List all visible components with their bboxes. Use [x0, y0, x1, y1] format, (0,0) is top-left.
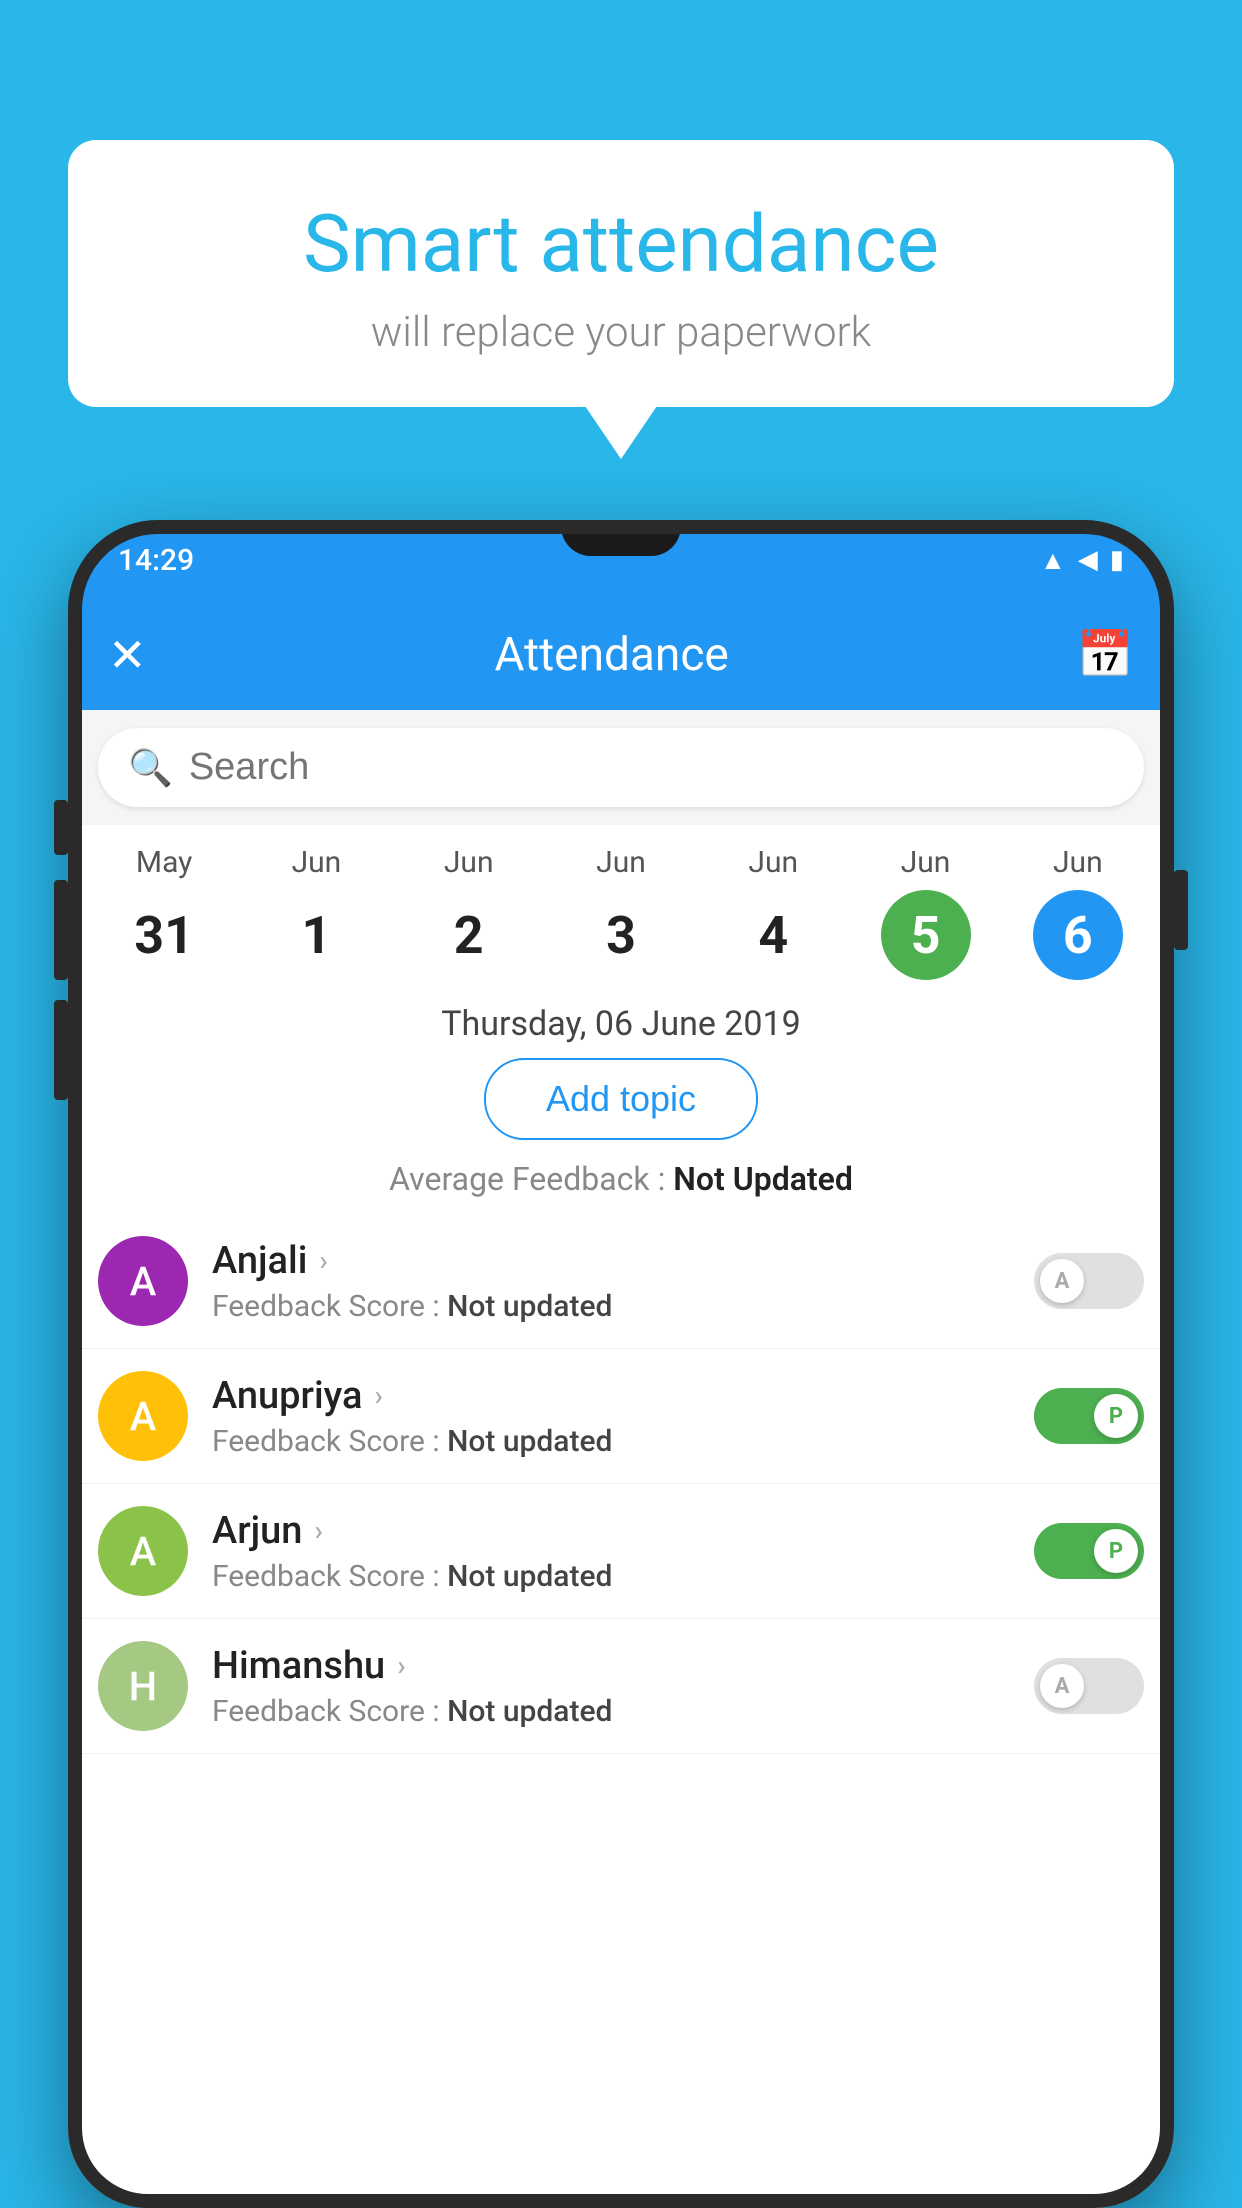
date-month: Jun: [1053, 845, 1103, 880]
speech-bubble-title: Smart attendance: [118, 200, 1124, 288]
date-day[interactable]: 4: [728, 890, 818, 980]
avatar: A: [98, 1236, 188, 1326]
attendance-toggle[interactable]: P: [1034, 1523, 1144, 1579]
phone-device: 14:29 ▲ ◀ ▮ ✕ Attendance 📅 🔍 May31Jun1Ju…: [68, 520, 1174, 2208]
close-button[interactable]: ✕: [108, 628, 147, 683]
toggle-knob: A: [1040, 1664, 1084, 1708]
avg-feedback-label: Average Feedback :: [389, 1160, 665, 1198]
student-item[interactable]: A Arjun › Feedback Score : Not updated P: [68, 1484, 1174, 1619]
phone-power-button: [1174, 870, 1188, 950]
student-list: AAnjali ›Feedback Score : Not updatedAAA…: [68, 1214, 1174, 1754]
attendance-toggle[interactable]: A: [1034, 1253, 1144, 1309]
calendar-icon[interactable]: 📅: [1077, 628, 1134, 682]
student-name: Arjun ›: [212, 1509, 1010, 1553]
search-container: 🔍: [68, 710, 1174, 825]
attendance-toggle[interactable]: P: [1034, 1388, 1144, 1444]
status-bar: 14:29 ▲ ◀ ▮: [68, 520, 1174, 600]
student-item[interactable]: H Himanshu › Feedback Score : Not updated A: [68, 1619, 1174, 1754]
date-item[interactable]: Jun 6: [1023, 845, 1133, 980]
date-item[interactable]: Jun 1: [261, 845, 371, 980]
feedback-score: Feedback Score : Not updated: [212, 1559, 1010, 1594]
chevron-right-icon: ›: [397, 1649, 405, 1682]
date-strip: May 31 Jun 1 Jun 2 Jun 3 Jun 4 Jun 5 Jun 6: [68, 825, 1174, 980]
student-info: Arjun › Feedback Score : Not updated: [212, 1509, 1010, 1594]
avg-feedback-value: Not Updated: [673, 1160, 853, 1198]
student-name: Himanshu ›: [212, 1644, 1010, 1688]
toggle-knob: A: [1040, 1259, 1084, 1303]
speech-bubble: Smart attendance will replace your paper…: [68, 140, 1174, 407]
search-input[interactable]: [189, 746, 1114, 789]
chevron-right-icon: ›: [374, 1379, 382, 1412]
toggle-knob: P: [1094, 1394, 1138, 1438]
speech-bubble-subtitle: will replace your paperwork: [118, 308, 1124, 357]
selected-date-label: Thursday, 06 June 2019: [68, 980, 1174, 1058]
avatar: A: [98, 1506, 188, 1596]
toggle-knob: P: [1094, 1529, 1138, 1573]
add-topic-button[interactable]: Add topic: [484, 1058, 758, 1140]
phone-screen: 🔍 May 31 Jun 1 Jun 2 Jun 3 Jun 4 Jun 5 Jun 6 Thursday…: [68, 710, 1174, 2208]
student-info: Anupriya › Feedback Score : Not updated: [212, 1374, 1010, 1459]
date-month: Jun: [292, 845, 342, 880]
student-item[interactable]: A Anupriya › Feedback Score : Not updated P: [68, 1349, 1174, 1484]
avatar: H: [98, 1641, 188, 1731]
date-day[interactable]: 3: [576, 890, 666, 980]
search-icon: 🔍: [128, 747, 173, 789]
chevron-right-icon: ›: [314, 1514, 322, 1547]
date-day[interactable]: 5: [881, 890, 971, 980]
app-bar: ✕ Attendance 📅: [68, 600, 1174, 710]
date-month: Jun: [596, 845, 646, 880]
status-time: 14:29: [118, 543, 194, 578]
feedback-score: Feedback Score : Not updated: [212, 1694, 1010, 1729]
signal-icon: ◀: [1078, 545, 1098, 575]
student-name: Anupriya ›: [212, 1374, 1010, 1418]
status-icons: ▲ ◀ ▮: [1040, 545, 1124, 576]
student-info: Anjali › Feedback Score : Not updated: [212, 1239, 1010, 1324]
phone-volume-up-button: [54, 880, 68, 980]
phone-volume-down-button: [54, 1000, 68, 1100]
feedback-score: Feedback Score : Not updated: [212, 1289, 1010, 1324]
date-month: May: [136, 845, 192, 880]
date-item[interactable]: Jun 5: [871, 845, 981, 980]
date-item[interactable]: May 31: [109, 845, 219, 980]
date-item[interactable]: Jun 3: [566, 845, 676, 980]
date-month: Jun: [444, 845, 494, 880]
battery-icon: ▮: [1110, 545, 1124, 575]
attendance-toggle[interactable]: A: [1034, 1658, 1144, 1714]
date-day[interactable]: 1: [271, 890, 361, 980]
date-item[interactable]: Jun 4: [718, 845, 828, 980]
avatar: A: [98, 1371, 188, 1461]
date-day[interactable]: 31: [119, 890, 209, 980]
wifi-icon: ▲: [1040, 545, 1066, 576]
date-item[interactable]: Jun 2: [414, 845, 524, 980]
app-bar-title: Attendance: [494, 628, 728, 682]
date-month: Jun: [748, 845, 798, 880]
date-day[interactable]: 2: [424, 890, 514, 980]
chevron-right-icon: ›: [319, 1244, 327, 1277]
feedback-score: Feedback Score : Not updated: [212, 1424, 1010, 1459]
student-info: Himanshu › Feedback Score : Not updated: [212, 1644, 1010, 1729]
avg-feedback: Average Feedback : Not Updated: [68, 1160, 1174, 1214]
date-day[interactable]: 6: [1033, 890, 1123, 980]
phone-mute-button: [54, 800, 68, 855]
student-item[interactable]: A Anjali › Feedback Score : Not updated A: [68, 1214, 1174, 1349]
date-month: Jun: [901, 845, 951, 880]
search-bar[interactable]: 🔍: [98, 728, 1144, 807]
student-name: Anjali ›: [212, 1239, 1010, 1283]
